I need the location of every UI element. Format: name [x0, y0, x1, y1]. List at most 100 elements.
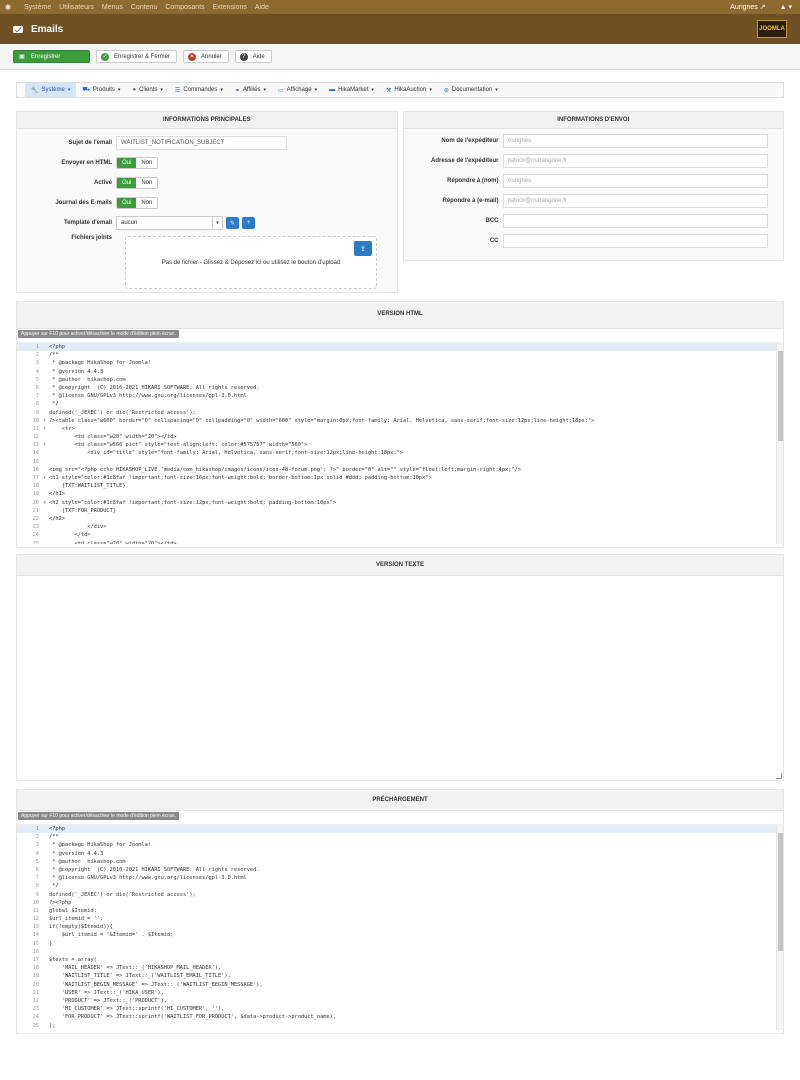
reply-email-input[interactable]: patrick@marangone.fr	[502, 194, 768, 208]
code-line[interactable]: 17 ▾ <h1 style="color:#1c8faf !important;f…	[17, 474, 783, 482]
code-line[interactable]: 18 'MAIL_HEADER' => JText::_('HIKASHOP_M…	[17, 964, 783, 972]
code-line[interactable]: 6 * @copyright (C) 2010-2021 HIKARI SOFT…	[17, 866, 783, 874]
code-line[interactable]: 20 'WAITLIST_BEGIN_MESSAGE' => JText::_(…	[17, 981, 783, 989]
active-toggle[interactable]: Oui Non	[116, 177, 159, 189]
code-line[interactable]: 13 if(!empty($Itemid)){	[17, 923, 783, 931]
code-line[interactable]: 9 defined('_JEXEC') or die('Restricted ac…	[17, 409, 783, 417]
user-menu[interactable]: ▲ ▾	[780, 3, 792, 11]
fold-marker-icon[interactable]	[43, 948, 49, 956]
hikamenu-display[interactable]: ▭ Affichage ▾	[272, 83, 323, 97]
active-no[interactable]: Non	[136, 178, 158, 188]
menu-extensions[interactable]: Extensions	[213, 4, 247, 11]
subject-input[interactable]: WAITLIST_NOTIFICATION_SUBJECT	[116, 136, 287, 150]
code-line[interactable]: 11 ▾ <tr>	[17, 425, 783, 433]
code-line[interactable]: 21 'USER' => JText::_('HIKA_USER'),	[17, 989, 783, 997]
code-line[interactable]: 18 {TXT:WAITLIST_TITLE}	[17, 482, 783, 490]
html-toggle[interactable]: Oui Non	[116, 157, 159, 169]
sender-address-input[interactable]: patrick@marangone.fr	[502, 154, 768, 168]
add-template-button[interactable]: +	[242, 217, 255, 229]
menu-menus[interactable]: Menus	[102, 4, 123, 11]
log-yes[interactable]: Oui	[117, 198, 137, 208]
active-yes[interactable]: Oui	[117, 178, 137, 188]
code-line[interactable]: 20 ▾ <h2 style="color:#1c8faf !important;f…	[17, 499, 783, 507]
site-link[interactable]: Aurignes ↗	[730, 3, 765, 11]
code-line[interactable]: 1 <?php	[17, 343, 783, 352]
log-toggle[interactable]: Oui Non	[116, 197, 159, 209]
code-line[interactable]: 19 'WAITLIST_TITLE' => JText::_('WAITLIS…	[17, 972, 783, 980]
cc-input[interactable]	[502, 234, 768, 248]
code-line[interactable]: 4 * @version 4.4.3	[17, 368, 783, 376]
code-line[interactable]: 17 $texts = array(	[17, 956, 783, 964]
hikamenu-documentation[interactable]: ⊛ Documentation ▾	[438, 83, 504, 97]
code-line[interactable]: 10 ?><?php	[17, 899, 783, 907]
code-line[interactable]: 1 <?php	[17, 825, 783, 834]
code-line[interactable]: 16	[17, 948, 783, 956]
code-line[interactable]: 8 */	[17, 400, 783, 408]
code-line[interactable]: 2 /**	[17, 833, 783, 841]
code-line[interactable]: 24 'FOR_PRODUCT' => JText::sprintf('WAIT…	[17, 1013, 783, 1021]
help-button[interactable]: ? Aide	[234, 50, 272, 63]
resize-handle-icon[interactable]	[776, 773, 782, 779]
fold-marker-icon[interactable]	[43, 458, 49, 466]
code-line[interactable]: 13 ▾ <td class="w560 pict" style="text-al…	[17, 441, 783, 449]
hikamenu-affiliates[interactable]: ⚭ Affiliés ▾	[229, 83, 272, 97]
text-version-textarea[interactable]	[17, 576, 783, 780]
code-line[interactable]: 15}	[17, 940, 783, 948]
hikamenu-customers[interactable]: ● Clients ▾	[126, 83, 168, 97]
bcc-input[interactable]	[502, 214, 768, 228]
template-select[interactable]: aucun ▾	[116, 216, 223, 230]
log-no[interactable]: Non	[136, 198, 158, 208]
code-line[interactable]: 2 /**	[17, 351, 783, 359]
code-line[interactable]: 21 {TXT:FOR_PRODUCT}	[17, 507, 783, 515]
code-line[interactable]: 23 </div>	[17, 523, 783, 531]
scrollbar[interactable]	[776, 825, 783, 1030]
cancel-button[interactable]: ✕ Annuler	[183, 50, 229, 63]
attachments-dropzone[interactable]: Pas de fichier - Glissez & Déposez ici o…	[125, 236, 377, 289]
upload-icon[interactable]: ⇪	[354, 241, 372, 256]
code-line[interactable]: 22 </h2>	[17, 515, 783, 523]
code-line[interactable]: 3 * @package HikaShop for Joomla!	[17, 359, 783, 367]
html-yes[interactable]: Oui	[117, 158, 137, 168]
code-line[interactable]: 15	[17, 458, 783, 466]
code-line[interactable]: 16 <img src="<?php echo HIKASHOP_LIVE.'me…	[17, 466, 783, 474]
code-line[interactable]: 22 'PRODUCT' => JText::_('PRODUCT'),	[17, 997, 783, 1005]
html-code-editor[interactable]: 1 <?php 2/** 3 * @package HikaShop for Joom…	[17, 342, 783, 544]
code-line[interactable]: 19 </h1>	[17, 490, 783, 498]
html-no[interactable]: Non	[136, 158, 158, 168]
hikamenu-hikamarket[interactable]: ▬ HikaMarket ▾	[323, 83, 380, 97]
code-line[interactable]: 8 */	[17, 882, 783, 890]
menu-components[interactable]: Composants	[165, 4, 204, 11]
code-line[interactable]: 7 * @license GNU/GPLv3 http://www.gnu.or…	[17, 392, 783, 400]
code-line[interactable]: 14 <div id="title" style="font-family: A…	[17, 449, 783, 457]
code-line[interactable]: 7 * @license GNU/GPLv3 http://www.gnu.or…	[17, 874, 783, 882]
menu-users[interactable]: Utilisateurs	[59, 4, 94, 11]
preload-code-editor[interactable]: 1 <?php 2/** 3 * @package HikaShop for Joom…	[17, 824, 783, 1030]
hikamenu-hikaauction[interactable]: ⚒ HikaAuction ▾	[380, 83, 438, 97]
menu-content[interactable]: Contenu	[131, 4, 157, 11]
code-line[interactable]: 11 global $Itemid;	[17, 907, 783, 915]
joomla-logo-icon[interactable]: ✱	[0, 3, 16, 12]
reply-name-input[interactable]: Aurignes	[502, 174, 768, 188]
scrollbar-thumb[interactable]	[778, 833, 783, 951]
hikamenu-system[interactable]: 🔧 Système ▾	[25, 83, 77, 97]
code-line[interactable]: 24 </td>	[17, 531, 783, 539]
save-close-button[interactable]: ✓ Enregistrer & Fermer	[96, 50, 178, 63]
hikamenu-orders[interactable]: ☰ Commandes ▾	[169, 83, 229, 97]
menu-system[interactable]: Système	[24, 4, 51, 11]
code-line[interactable]: 6 * @copyright (C) 2010-2021 HIKARI SOFT…	[17, 384, 783, 392]
sender-name-input[interactable]: Aurignes	[502, 134, 768, 148]
code-line[interactable]: 12 <td class="w20" width="20"></td>	[17, 433, 783, 441]
scrollbar[interactable]	[776, 343, 783, 544]
code-line[interactable]: 23 'HI_CUSTOMER' => JText::sprintf('HI_C…	[17, 1005, 783, 1013]
code-line[interactable]: 5 * @author hikashop.com	[17, 376, 783, 384]
code-line[interactable]: 10 ▾ ?><table class="w600" border="0" cell…	[17, 417, 783, 425]
menu-help[interactable]: Aide	[255, 4, 269, 11]
code-line[interactable]: 5 * @author hikashop.com	[17, 858, 783, 866]
code-line[interactable]: 4 * @version 4.4.3	[17, 850, 783, 858]
code-line[interactable]: 3 * @package HikaShop for Joomla!	[17, 841, 783, 849]
hikamenu-products[interactable]: ⛟ Produits ▾	[76, 83, 126, 97]
code-line[interactable]: 14 $url_itemid = '&Itemid=' . $Itemid;	[17, 931, 783, 939]
code-line[interactable]: 25);	[17, 1022, 783, 1030]
code-line[interactable]: 12 $url_itemid = '';	[17, 915, 783, 923]
save-button[interactable]: ▣ Enregistrer	[13, 50, 90, 63]
